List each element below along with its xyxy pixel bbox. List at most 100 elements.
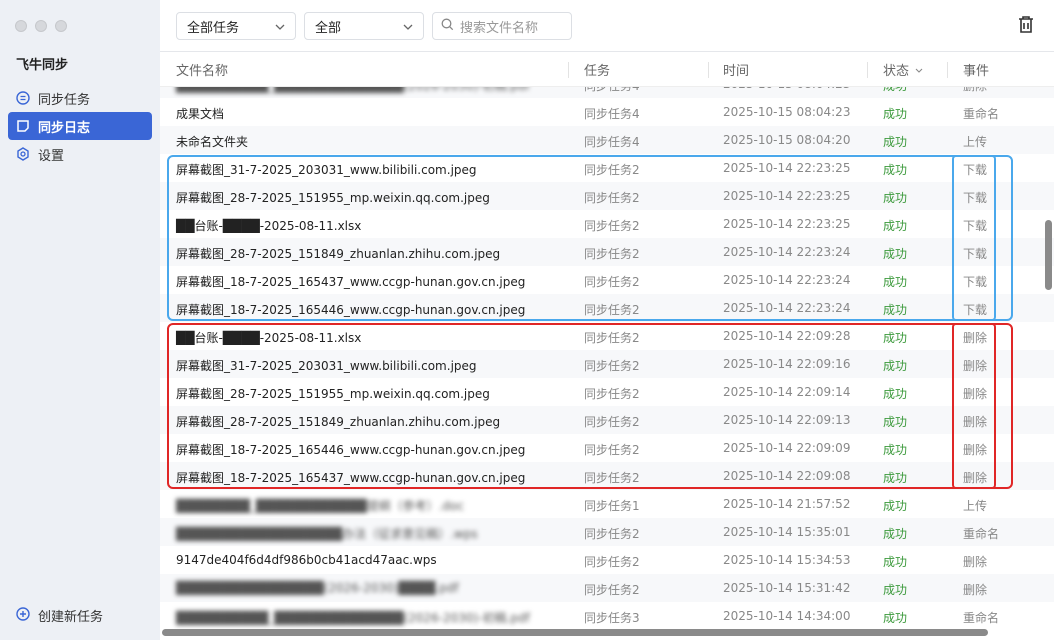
sidebar: 飞牛同步 同步任务 同步日志 设置 创建新任务: [0, 0, 160, 640]
file-name: 屏幕截图_18-7-2025_165437_www.ccgp-hunan.gov…: [176, 471, 526, 485]
file-name: 屏幕截图_31-7-2025_203031_www.bilibili.com.j…: [176, 359, 477, 373]
log-time: 2025-10-15 08:04:23: [723, 105, 851, 119]
task-name: 同步任务2: [584, 443, 640, 457]
task-name: 同步任务2: [584, 555, 640, 569]
search-icon: [441, 18, 454, 35]
column-header-task[interactable]: 任务: [584, 60, 610, 79]
status-badge: 成功: [883, 527, 908, 541]
table-row[interactable]: 屏幕截图_28-7-2025_151849_zhuanlan.zhihu.com…: [160, 238, 1054, 266]
task-name: 同步任务2: [584, 275, 640, 289]
horizontal-scrollbar[interactable]: [162, 629, 988, 636]
table-row[interactable]: ██████████_██████████████(2026-2030)-初稿.…: [160, 86, 1054, 98]
search-input[interactable]: 搜索文件名称: [432, 12, 572, 40]
task-name: 同步任务2: [584, 331, 640, 345]
log-time: 2025-10-14 15:35:01: [723, 525, 851, 539]
main-panel: 全部任务 全部 搜索文件名称 文件名称 任务 时间 状态 事件 ████████…: [160, 0, 1054, 640]
log-time: 2025-10-14 15:34:53: [723, 553, 851, 567]
column-divider[interactable]: [947, 62, 948, 78]
status-badge: 成功: [883, 219, 908, 233]
file-name: 屏幕截图_18-7-2025_165446_www.ccgp-hunan.gov…: [176, 303, 526, 317]
status-badge: 成功: [883, 443, 908, 457]
event-type: 删除: [963, 359, 988, 373]
sidebar-item-label: 同步任务: [38, 92, 91, 108]
table-row[interactable]: 屏幕截图_28-7-2025_151955_mp.weixin.qq.com.j…: [160, 378, 1054, 406]
vertical-scrollbar[interactable]: [1045, 220, 1052, 290]
close-window-button[interactable]: [15, 20, 27, 32]
column-header-event[interactable]: 事件: [963, 60, 989, 79]
table-row[interactable]: 屏幕截图_18-7-2025_165446_www.ccgp-hunan.gov…: [160, 434, 1054, 462]
task-filter-value: 全部任务: [187, 20, 240, 36]
delete-logs-button[interactable]: [1018, 16, 1034, 37]
event-type: 删除: [963, 415, 988, 429]
table-row[interactable]: ██████████_██████████████(2026-2030)-初稿.…: [160, 602, 1054, 630]
status-filter-select[interactable]: 全部: [304, 12, 424, 40]
file-name: 9147de404f6d4df986b0cb41acd47aac.wps: [176, 553, 437, 567]
column-header-name[interactable]: 文件名称: [176, 60, 228, 79]
table-row[interactable]: 屏幕截图_31-7-2025_203031_www.bilibili.com.j…: [160, 154, 1054, 182]
plus-circle-icon: [16, 606, 30, 625]
column-header-status[interactable]: 状态: [883, 60, 923, 79]
sidebar-nav: 同步任务 同步日志 设置: [8, 84, 152, 168]
log-table-body: ██████████_██████████████(2026-2030)-初稿.…: [160, 86, 1054, 630]
file-name: 屏幕截图_28-7-2025_151849_zhuanlan.zhihu.com…: [176, 247, 501, 261]
task-name: 同步任务4: [584, 135, 640, 149]
file-name: 屏幕截图_18-7-2025_165437_www.ccgp-hunan.gov…: [176, 275, 526, 289]
status-badge: 成功: [883, 275, 908, 289]
table-row[interactable]: 9147de404f6d4df986b0cb41acd47aac.wps 同步任务…: [160, 546, 1054, 574]
sidebar-item-sync-log[interactable]: 同步日志: [8, 112, 152, 140]
table-row[interactable]: 屏幕截图_18-7-2025_165437_www.ccgp-hunan.gov…: [160, 266, 1054, 294]
task-filter-select[interactable]: 全部任务: [176, 12, 296, 40]
file-name: 成果文档: [176, 107, 225, 121]
table-row[interactable]: ██台账-████-2025-08-11.xlsx 同步任务2 2025-10-14…: [160, 210, 1054, 238]
event-type: 下载: [963, 303, 988, 317]
status-badge: 成功: [883, 555, 908, 569]
status-badge: 成功: [883, 331, 908, 345]
chevron-down-icon: [403, 19, 413, 34]
create-task-button[interactable]: 创建新任务: [16, 606, 103, 625]
sidebar-item-settings[interactable]: 设置: [8, 140, 152, 168]
sidebar-item-sync-tasks[interactable]: 同步任务: [8, 84, 152, 112]
column-header-status-label: 状态: [883, 64, 910, 79]
log-time: 2025-10-14 22:09:28: [723, 329, 851, 343]
column-divider[interactable]: [708, 62, 709, 78]
file-name: ██████████_██████████████(2026-2030)-初稿.…: [176, 86, 530, 93]
table-row[interactable]: ██████████████████办法（征求意见稿）.wps 同步任务2 2025…: [160, 518, 1054, 546]
maximize-window-button[interactable]: [55, 20, 67, 32]
table-row[interactable]: ████████████████(2026-2030)████.pdf 同步任务2…: [160, 574, 1054, 602]
event-type: 重命名: [963, 611, 1000, 625]
file-name: ████████████████(2026-2030)████.pdf: [176, 581, 459, 595]
table-row[interactable]: 屏幕截图_18-7-2025_165446_www.ccgp-hunan.gov…: [160, 294, 1054, 322]
task-name: 同步任务2: [584, 247, 640, 261]
sidebar-item-label: 设置: [38, 148, 65, 164]
table-row[interactable]: ██台账-████-2025-08-11.xlsx 同步任务2 2025-10-14…: [160, 322, 1054, 350]
table-row[interactable]: 屏幕截图_28-7-2025_151849_zhuanlan.zhihu.com…: [160, 406, 1054, 434]
task-name: 同步任务2: [584, 303, 640, 317]
table-row[interactable]: 未命名文件夹 同步任务4 2025-10-15 08:04:20 成功 上传: [160, 126, 1054, 154]
log-time: 2025-10-14 22:23:25: [723, 217, 851, 231]
table-row[interactable]: 屏幕截图_28-7-2025_151955_mp.weixin.qq.com.j…: [160, 182, 1054, 210]
log-time: 2025-10-14 22:23:24: [723, 245, 851, 259]
log-time: 2025-10-14 14:34:00: [723, 609, 851, 623]
table-row[interactable]: 屏幕截图_18-7-2025_165437_www.ccgp-hunan.gov…: [160, 462, 1054, 490]
column-divider[interactable]: [867, 62, 868, 78]
file-name: ████████_████████████提纲（参考）.doc: [176, 499, 464, 513]
event-type: 删除: [963, 443, 988, 457]
minimize-window-button[interactable]: [35, 20, 47, 32]
file-name: 屏幕截图_28-7-2025_151955_mp.weixin.qq.com.j…: [176, 387, 490, 401]
status-badge: 成功: [883, 191, 908, 205]
event-type: 删除: [963, 471, 988, 485]
event-type: 下载: [963, 247, 988, 261]
column-header-time[interactable]: 时间: [723, 60, 749, 79]
file-name: 屏幕截图_28-7-2025_151849_zhuanlan.zhihu.com…: [176, 415, 501, 429]
window-controls: [15, 20, 67, 32]
event-type: 删除: [963, 555, 988, 569]
file-name: 屏幕截图_31-7-2025_203031_www.bilibili.com.j…: [176, 163, 477, 177]
table-row[interactable]: 屏幕截图_31-7-2025_203031_www.bilibili.com.j…: [160, 350, 1054, 378]
event-type: 上传: [963, 499, 988, 513]
sync-icon: [16, 91, 30, 105]
log-time: 2025-10-14 22:09:13: [723, 413, 851, 427]
column-divider[interactable]: [568, 62, 569, 78]
table-row[interactable]: 成果文档 同步任务4 2025-10-15 08:04:23 成功 重命名: [160, 98, 1054, 126]
task-name: 同步任务2: [584, 471, 640, 485]
table-row[interactable]: ████████_████████████提纲（参考）.doc 同步任务1 2025…: [160, 490, 1054, 518]
